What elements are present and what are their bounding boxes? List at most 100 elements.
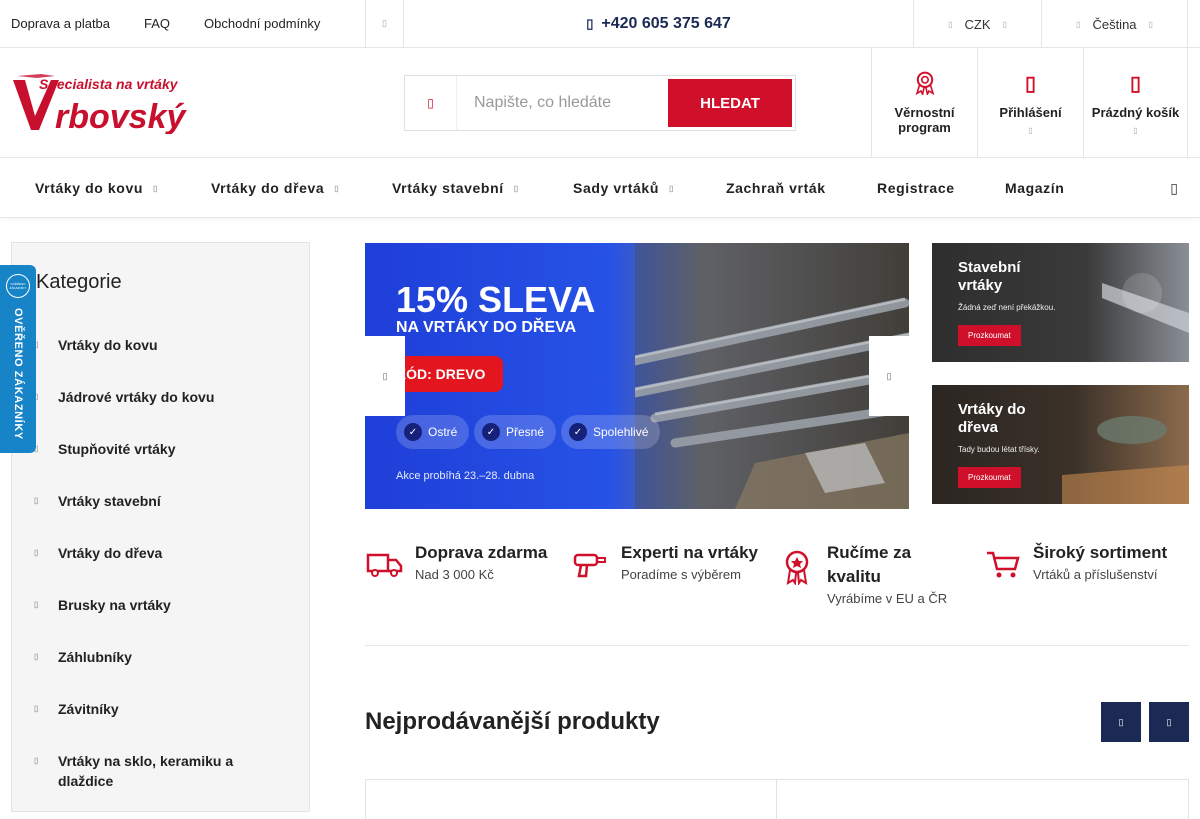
bullet-icon: ▯	[34, 340, 39, 349]
verified-seal-icon: OVĚŘENO ZÁKAZNÍKY	[6, 274, 30, 298]
usp-title: Doprava zdarma	[415, 543, 548, 562]
phone-number: +420 605 375 647	[601, 15, 731, 32]
promo-slider[interactable]: 15% SLEVA NA VRTÁKY DO DŘEVA KÓD: DREVO …	[365, 243, 909, 509]
category-item[interactable]: ▯ Záhlubníky	[34, 647, 274, 667]
header: Specialista na vrtáky rbovský ▯ HLEDAT V…	[0, 48, 1200, 158]
cart-label: Prázdný košík	[1091, 105, 1180, 120]
search-input[interactable]	[457, 76, 667, 130]
bullet-icon: ▯	[34, 756, 39, 765]
chevron-down-icon: ▯	[334, 183, 340, 193]
category-label: Vrtáky na sklo, keramiku a dlaždice	[58, 753, 234, 789]
chevron-down-icon: ▯	[513, 183, 519, 193]
loyalty-label: Věrnostní program	[894, 105, 955, 135]
nav-label: Sady vrtáků	[573, 180, 659, 196]
category-item[interactable]: ▯ Brusky na vrtáky	[34, 595, 274, 615]
usp-title: Široký sortiment	[1033, 543, 1168, 562]
pill-label: Přesné	[506, 425, 545, 439]
nav-label: Vrtáky do dřeva	[211, 180, 325, 196]
banner-construction[interactable]: Stavební vrtáky Žádná zeď není překážkou…	[932, 243, 1189, 362]
nav-label: Vrtáky do kovu	[35, 180, 143, 196]
banner-subtitle: Tady budou létat třísky.	[958, 445, 1040, 454]
category-sidebar: Kategorie ▯ Vrtáky do kovu ▯ Jádrové vrták…	[11, 242, 310, 812]
feature-pill: ✓ Přesné	[474, 415, 557, 449]
nav-item-construction[interactable]: Vrtáky stavební ▯	[392, 158, 519, 218]
loyalty-program-button[interactable]: Věrnostní program	[871, 48, 977, 158]
carousel-prev-button[interactable]: ▯	[1101, 702, 1141, 742]
pill-label: Ostré	[428, 425, 458, 439]
search-icon[interactable]: ▯	[1170, 180, 1178, 197]
usp-desc: Vyrábíme v EU a ČR	[827, 591, 948, 606]
category-item[interactable]: ▯ Vrtáky do kovu	[34, 335, 274, 355]
nav-item-save-drill[interactable]: Zachraň vrták	[726, 158, 826, 218]
carousel-next-button[interactable]: ▯	[1149, 702, 1189, 742]
banner-title: Vrtáky do dřeva	[958, 401, 1026, 436]
bullet-icon: ▯	[34, 444, 39, 453]
logo[interactable]: Specialista na vrtáky rbovský	[11, 72, 211, 136]
slider-next-button[interactable]: ▯	[869, 336, 909, 416]
nav-item-magazine[interactable]: Magazín	[1005, 158, 1064, 218]
nav-label: Magazín	[1005, 180, 1065, 196]
usp-shipping: Doprava zdarma Nad 3 000 Kč	[365, 541, 547, 582]
feature-pill: ✓ Ostré	[396, 415, 470, 449]
verified-label: OVĚŘENO ZÁKAZNÍKY	[12, 308, 24, 440]
promo-headline: 15% SLEVA	[396, 279, 596, 320]
product-card[interactable]	[365, 779, 777, 819]
nav-label: Zachraň vrták	[726, 180, 826, 196]
category-label: Brusky na vrtáky	[58, 597, 171, 613]
usp-experts: Experti na vrtáky Poradíme s výběrem	[571, 541, 758, 582]
arrow-right-icon: ▯	[1166, 716, 1172, 727]
login-label: Přihlášení	[999, 105, 1062, 120]
arrow-left-icon: ▯	[1118, 716, 1124, 727]
cart-button[interactable]: ▯ Prázdný košík ▯	[1083, 48, 1188, 158]
banner-button[interactable]: Prozkoumat	[958, 325, 1021, 346]
category-item[interactable]: ▯ Stupňovité vrtáky	[34, 439, 274, 459]
category-item[interactable]: ▯ Vrtáky do dřeva	[34, 543, 274, 563]
logo-mark: Specialista na vrtáky rbovský	[13, 74, 187, 136]
nav-label: Vrtáky stavební	[392, 180, 504, 196]
login-button[interactable]: ▯ Přihlášení ▯	[977, 48, 1083, 158]
language-selector[interactable]: ▯ Čeština ▯	[1042, 0, 1188, 48]
link-terms[interactable]: Obchodní podmínky	[193, 16, 331, 31]
top-links: Doprava a platba FAQ Obchodní podmínky	[0, 0, 366, 48]
link-faq[interactable]: FAQ	[133, 16, 181, 31]
link-shipping[interactable]: Doprava a platba	[0, 16, 121, 31]
search-bar: ▯ HLEDAT	[404, 75, 796, 131]
category-item[interactable]: ▯ Jádrové vrtáky do kovu	[34, 387, 274, 407]
phone-link[interactable]: ▯ +420 605 375 647	[404, 0, 914, 48]
category-label: Vrtáky stavební	[58, 493, 161, 509]
promo-subline: NA VRTÁKY DO DŘEVA	[396, 319, 577, 336]
chevron-down-icon: ▯	[153, 183, 159, 193]
award-icon	[785, 550, 809, 585]
verified-badge[interactable]: OVĚŘENO ZÁKAZNÍKY OVĚŘENO ZÁKAZNÍKY	[0, 265, 36, 453]
phone-icon: ▯	[586, 16, 594, 31]
chevron-down-icon: ▯	[1133, 126, 1138, 135]
category-item[interactable]: ▯ Závitníky	[34, 699, 274, 719]
bullet-icon: ▯	[34, 496, 39, 505]
check-icon: ✓	[404, 423, 422, 441]
nav-item-sets[interactable]: Sady vrtáků ▯	[573, 158, 674, 218]
chevron-down-icon: ▯	[1002, 19, 1007, 29]
check-icon: ✓	[569, 423, 587, 441]
nav-item-wood[interactable]: Vrtáky do dřeva ▯	[211, 158, 339, 218]
search-button[interactable]: HLEDAT	[668, 79, 792, 127]
search-icon: ▯	[405, 76, 457, 130]
pill-label: Spolehlivé	[593, 425, 649, 439]
more-links-toggle[interactable]: ▯	[366, 0, 404, 48]
arrow-right-icon: ▯	[886, 370, 892, 381]
bullet-icon: ▯	[34, 600, 39, 609]
check-icon: ✓	[482, 423, 500, 441]
category-item[interactable]: ▯ Vrtáky na sklo, keramiku a dlaždice	[34, 751, 274, 791]
product-card[interactable]	[776, 779, 1189, 819]
banner-title: Stavební vrtáky	[958, 259, 1021, 294]
slider-prev-button[interactable]: ▯	[365, 336, 405, 416]
nav-item-metal[interactable]: Vrtáky do kovu ▯	[35, 158, 158, 218]
language-label: Čeština	[1092, 16, 1137, 32]
banner-button[interactable]: Prozkoumat	[958, 467, 1021, 488]
cart-icon: ▯	[1129, 73, 1141, 95]
nav-item-registration[interactable]: Registrace	[877, 158, 955, 218]
currency-selector[interactable]: ▯ CZK ▯	[914, 0, 1042, 48]
currency-label: CZK	[964, 16, 991, 32]
category-item[interactable]: ▯ Vrtáky stavební	[34, 491, 274, 511]
banner-wood[interactable]: Vrtáky do dřeva Tady budou létat třísky.…	[932, 385, 1189, 504]
bullet-icon: ▯	[34, 548, 39, 557]
